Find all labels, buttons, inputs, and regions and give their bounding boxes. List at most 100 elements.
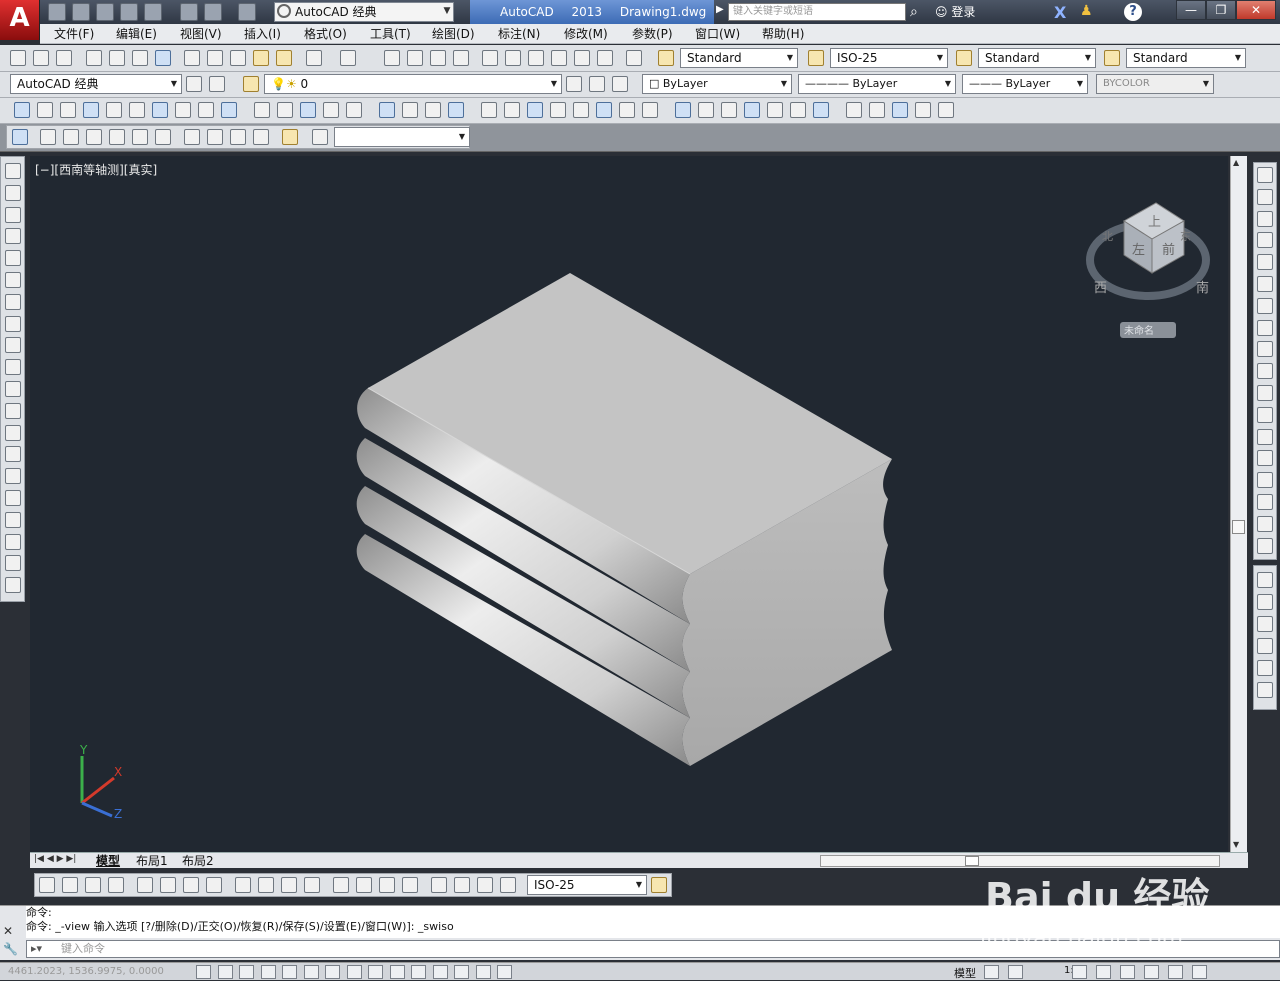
- box-icon[interactable]: [37, 102, 53, 118]
- flatshot-icon[interactable]: [596, 102, 612, 118]
- quick-view-icon[interactable]: [1008, 965, 1023, 979]
- make-current-icon[interactable]: [566, 76, 582, 92]
- restore-button[interactable]: ❐: [1206, 0, 1236, 20]
- menu-item[interactable]: 编辑(E): [116, 26, 157, 42]
- layer-select[interactable]: 💡☀ 0 ▼: [264, 74, 562, 94]
- rotate-icon[interactable]: [1257, 297, 1273, 314]
- fillet-icon[interactable]: [1257, 494, 1273, 510]
- open-icon[interactable]: [72, 3, 90, 21]
- hardware-icon[interactable]: [1144, 965, 1159, 979]
- arc-icon[interactable]: [5, 272, 21, 288]
- text-style-select[interactable]: Standard ▼: [680, 48, 798, 68]
- publish-icon[interactable]: [132, 50, 148, 66]
- helix-icon[interactable]: [221, 102, 237, 118]
- redo-icon[interactable]: [238, 3, 256, 21]
- right-view-icon[interactable]: [109, 129, 125, 145]
- otrack-toggle-icon[interactable]: [346, 965, 362, 979]
- wrench-icon[interactable]: 🔧: [3, 942, 21, 956]
- sw-iso-icon[interactable]: [184, 129, 200, 145]
- polar-toggle-icon[interactable]: [282, 965, 297, 979]
- calculator-icon[interactable]: [597, 50, 613, 66]
- undo-icon[interactable]: [306, 50, 322, 66]
- menu-item[interactable]: 格式(O): [304, 26, 347, 42]
- shell-icon[interactable]: [721, 102, 737, 118]
- dim-style-combo[interactable]: ISO-25 ▼: [527, 875, 647, 895]
- extrude-icon[interactable]: [254, 102, 270, 118]
- properties-icon[interactable]: [482, 50, 498, 66]
- separate-icon[interactable]: [744, 102, 760, 118]
- polygon-icon[interactable]: [5, 228, 21, 245]
- chevron-right-icon[interactable]: ▶: [716, 4, 724, 15]
- slice-icon[interactable]: [550, 102, 566, 118]
- help-icon[interactable]: ?: [1124, 3, 1142, 21]
- linetype-select[interactable]: ———— ByLayer ▼: [798, 74, 956, 94]
- vertical-scrollbar[interactable]: ▲ ▼: [1230, 156, 1247, 852]
- ordinate-icon[interactable]: [108, 877, 124, 893]
- dim-edit-icon[interactable]: [454, 877, 470, 893]
- baseline-icon[interactable]: [258, 877, 274, 893]
- union-icon[interactable]: [379, 102, 395, 118]
- osnap-toggle-icon[interactable]: [303, 965, 319, 979]
- rectangle-icon[interactable]: [5, 250, 21, 267]
- quick-dim-icon[interactable]: [235, 877, 251, 893]
- 3d-align-icon[interactable]: [504, 102, 520, 118]
- ellipse-arc-icon[interactable]: [5, 381, 21, 397]
- am-toggle-icon[interactable]: [497, 965, 512, 979]
- stacked-books-solid[interactable]: [356, 273, 892, 766]
- ellipse-icon[interactable]: [5, 359, 21, 376]
- open-icon[interactable]: [33, 50, 49, 66]
- center-mark-icon[interactable]: [379, 877, 395, 893]
- add-selected-icon[interactable]: [5, 577, 21, 594]
- named-views-icon[interactable]: [312, 129, 328, 145]
- gear-icon[interactable]: [186, 76, 202, 92]
- tab-nav-icon[interactable]: |◀ ◀ ▶ ▶|: [34, 854, 76, 864]
- imprint-icon[interactable]: [642, 102, 658, 118]
- coordinates-readout[interactable]: 4461.2023, 1536.9975, 0.0000: [8, 965, 164, 979]
- send-under-icon[interactable]: [1257, 638, 1273, 654]
- diameter-icon[interactable]: [183, 877, 199, 893]
- publish-icon[interactable]: [144, 3, 162, 21]
- line-icon[interactable]: [5, 163, 21, 179]
- back-view-icon[interactable]: [155, 129, 171, 145]
- dim-break-icon[interactable]: [333, 877, 349, 893]
- loft-icon[interactable]: [346, 102, 362, 118]
- mtext-icon[interactable]: [5, 555, 21, 572]
- cut-icon[interactable]: [184, 50, 200, 66]
- color-select[interactable]: □ ByLayer ▼: [642, 74, 792, 94]
- plot-icon[interactable]: [86, 50, 102, 66]
- point-icon[interactable]: [5, 446, 21, 463]
- arc-length-icon[interactable]: [85, 877, 101, 893]
- se-iso-icon[interactable]: [207, 129, 223, 145]
- continue-icon[interactable]: [281, 877, 297, 893]
- materials-icon[interactable]: [869, 102, 885, 118]
- 3d-move-icon[interactable]: [448, 102, 464, 118]
- join-icon[interactable]: [1257, 450, 1273, 467]
- ne-iso-icon[interactable]: [230, 129, 246, 145]
- model-space-label[interactable]: 模型: [954, 965, 976, 981]
- search-input[interactable]: 键入关键字或短语: [728, 3, 906, 21]
- workspace-settings-icon[interactable]: [209, 76, 225, 92]
- mirror-icon[interactable]: [1257, 210, 1273, 227]
- binoculars-icon[interactable]: ⌕: [910, 4, 928, 20]
- stretch-icon[interactable]: [1257, 341, 1273, 358]
- check-icon[interactable]: [790, 102, 806, 118]
- top-view-icon[interactable]: [40, 129, 56, 145]
- menu-item[interactable]: 标注(N): [498, 26, 540, 42]
- presspull-icon[interactable]: [277, 102, 293, 118]
- send-to-back-icon[interactable]: [1257, 594, 1273, 610]
- text-above-icon[interactable]: [1257, 660, 1273, 676]
- lwt-toggle-icon[interactable]: [411, 965, 426, 979]
- pyramid-icon[interactable]: [83, 102, 99, 118]
- tab-layout1[interactable]: 布局1: [136, 854, 168, 868]
- mleader-style-select[interactable]: Standard ▼: [1126, 48, 1246, 68]
- nw-iso-icon[interactable]: [253, 129, 269, 145]
- new-icon[interactable]: [48, 3, 66, 21]
- markup-icon[interactable]: [574, 50, 590, 66]
- workspace-switch-icon[interactable]: [1096, 965, 1111, 979]
- wedge-icon[interactable]: [60, 102, 76, 118]
- drawing-viewport[interactable]: [−][西南等轴测][真实] Y X Z 上 左 前 西 南 东 北 未命名: [30, 156, 1228, 852]
- erase-icon[interactable]: [1257, 167, 1273, 183]
- ducs-toggle-icon[interactable]: [368, 965, 383, 979]
- trim-icon[interactable]: [1257, 363, 1273, 380]
- aligned-icon[interactable]: [62, 877, 78, 893]
